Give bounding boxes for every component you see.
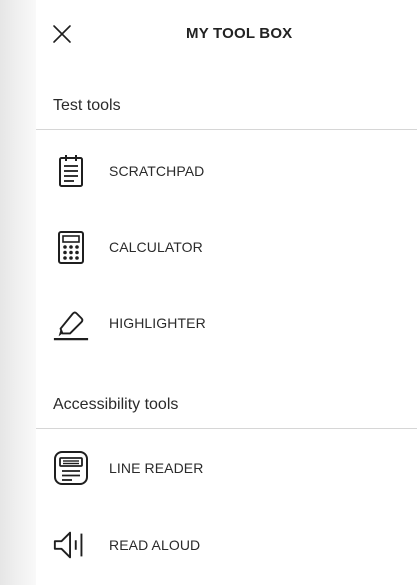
- divider: [36, 428, 417, 429]
- close-icon: [53, 25, 71, 43]
- tool-read-aloud[interactable]: READ ALOUD: [36, 514, 417, 576]
- calculator-icon: [52, 228, 90, 266]
- overlay-shade: [0, 0, 36, 585]
- tool-label: HIGHLIGHTER: [109, 315, 206, 331]
- tool-label: READ ALOUD: [109, 537, 201, 553]
- line-reader-icon: [52, 449, 90, 487]
- page-title: MY TOOL BOX: [186, 25, 293, 42]
- toolbox-window: MY TOOL BOX Test tools SCRATCHPAD CALCUL…: [0, 0, 417, 585]
- tool-calculator[interactable]: CALCULATOR: [36, 216, 417, 278]
- tool-label: CALCULATOR: [109, 239, 203, 255]
- toolbox-header: MY TOOL BOX: [36, 0, 417, 68]
- tool-label: SCRATCHPAD: [109, 163, 205, 179]
- scratchpad-icon: [52, 152, 90, 190]
- tool-highlighter[interactable]: HIGHLIGHTER: [36, 292, 417, 354]
- tool-scratchpad[interactable]: SCRATCHPAD: [36, 140, 417, 202]
- section-heading-test-tools: Test tools: [53, 97, 121, 114]
- toolbox-panel: MY TOOL BOX Test tools SCRATCHPAD CALCUL…: [36, 0, 417, 585]
- read-aloud-icon: [52, 526, 90, 564]
- divider: [36, 129, 417, 130]
- highlighter-icon: [52, 304, 90, 342]
- tool-label: LINE READER: [109, 460, 204, 476]
- tool-line-reader[interactable]: LINE READER: [36, 437, 417, 499]
- close-button[interactable]: [50, 22, 74, 46]
- section-heading-accessibility-tools: Accessibility tools: [53, 396, 179, 413]
